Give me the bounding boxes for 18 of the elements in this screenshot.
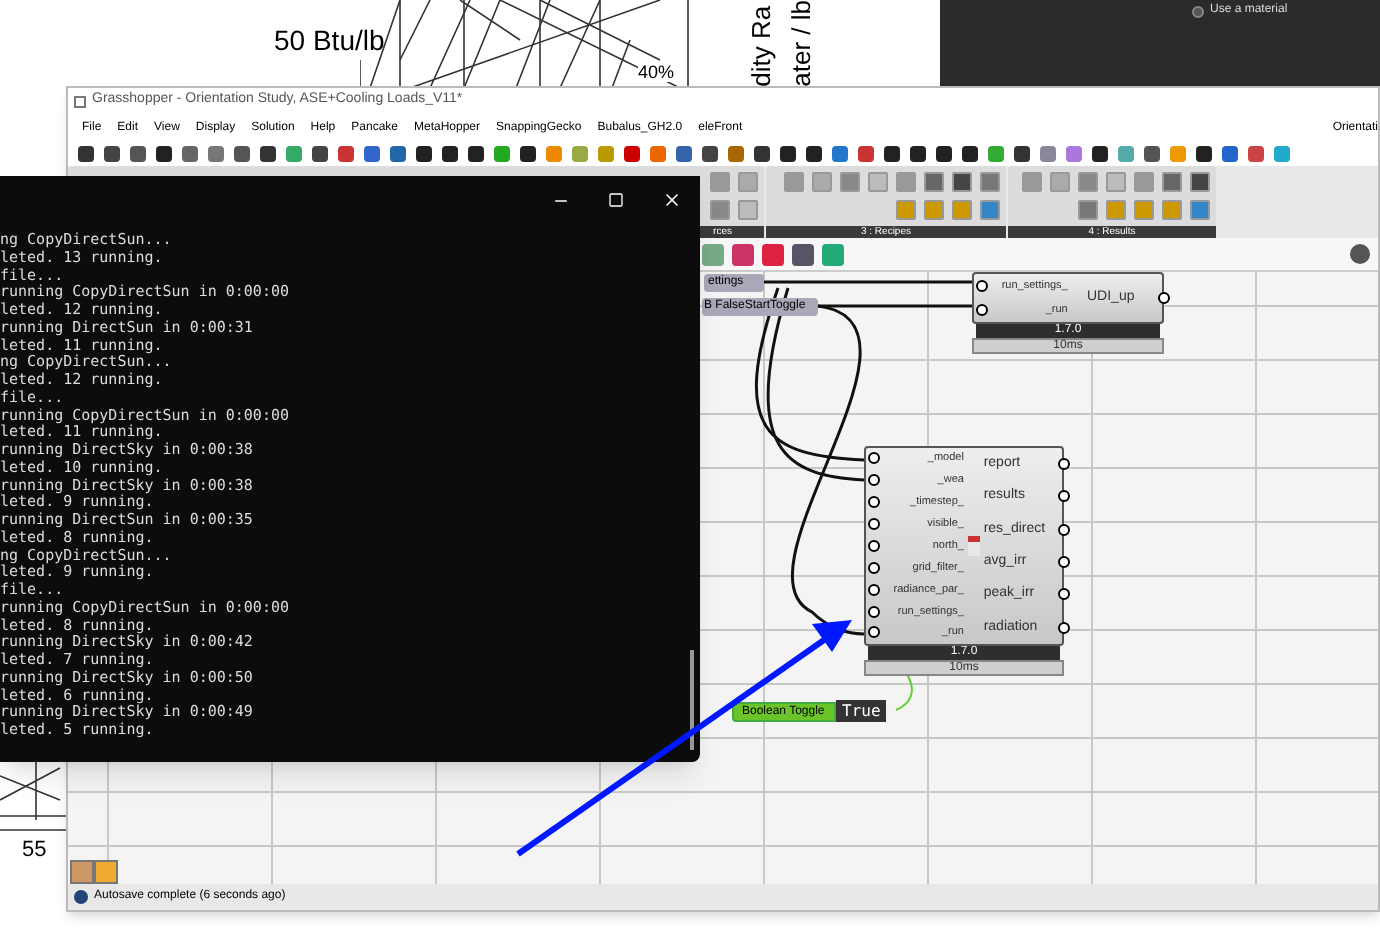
chart-lines-drawing <box>0 760 68 832</box>
toggle-value[interactable]: True <box>836 700 887 722</box>
status-icon <box>74 890 88 904</box>
canvas-tool-icon[interactable] <box>762 243 784 265</box>
canvas-tool-icon[interactable] <box>732 243 754 265</box>
canvas-tool-icon[interactable] <box>792 243 814 265</box>
component-icon <box>967 536 980 556</box>
chart-label: 50 Btu/lb <box>274 22 385 60</box>
radio-button[interactable] <box>1192 5 1204 17</box>
maximize-icon <box>608 192 624 208</box>
axis-title: ater / lb <box>784 0 818 87</box>
close-icon <box>662 190 682 210</box>
scrollbar-thumb <box>690 650 694 750</box>
chart-label: 40% <box>638 62 675 82</box>
axis-title: dity Ra <box>744 3 778 87</box>
app-icon <box>74 95 86 107</box>
canvas-tool-icon[interactable] <box>1350 244 1370 264</box>
chart-label: 55 <box>22 836 47 866</box>
